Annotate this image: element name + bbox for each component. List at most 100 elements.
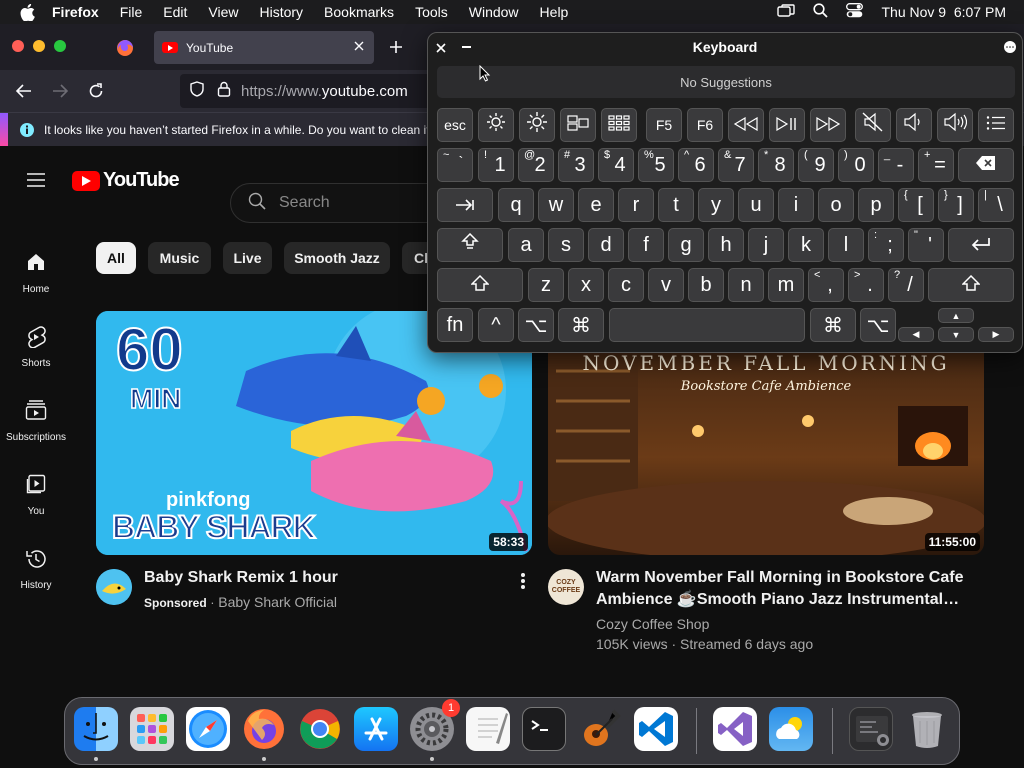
weather-icon[interactable]	[769, 707, 813, 751]
key-m[interactable]: m	[768, 268, 804, 302]
key-d[interactable]: d	[588, 228, 624, 262]
more-options-icon[interactable]	[520, 572, 526, 595]
key-right-shift[interactable]	[928, 268, 1014, 302]
key-arrow-down[interactable]: ▼	[938, 327, 974, 342]
key-9[interactable]: (9	[798, 148, 834, 182]
menu-window[interactable]: Window	[469, 4, 519, 20]
tab-youtube[interactable]: YouTube	[154, 31, 374, 64]
search-input[interactable]: Search	[279, 194, 330, 212]
key-o[interactable]: o	[818, 188, 854, 222]
close-window-button[interactable]	[12, 40, 24, 52]
sidebar-item-history[interactable]: History	[0, 548, 72, 591]
menu-tools[interactable]: Tools	[415, 4, 448, 20]
trash-icon[interactable]	[905, 707, 949, 751]
garageband-icon[interactable]	[578, 707, 622, 751]
key-mute[interactable]	[855, 108, 891, 142]
key-a[interactable]: a	[508, 228, 544, 262]
app-store-icon[interactable]	[354, 707, 398, 751]
key-t[interactable]: t	[658, 188, 694, 222]
menu-help[interactable]: Help	[540, 4, 569, 20]
visual-studio-icon[interactable]	[713, 707, 757, 751]
key-f6[interactable]: F6	[687, 108, 723, 142]
key-u[interactable]: u	[738, 188, 774, 222]
key-launchpad[interactable]	[601, 108, 637, 142]
video-title-line1[interactable]: Warm November Fall Morning in Bookstore …	[596, 567, 963, 589]
url-text[interactable]: https://www.youtube.com	[241, 83, 408, 100]
key-5[interactable]: % 5	[638, 148, 674, 182]
key-z[interactable]: z	[528, 268, 564, 302]
key-command-right[interactable]: ⌘	[810, 308, 856, 342]
key-list[interactable]	[978, 108, 1014, 142]
key-4[interactable]: $4	[598, 148, 634, 182]
sidebar-item-you[interactable]: You	[0, 474, 72, 517]
spotlight-search-icon[interactable]	[813, 3, 829, 21]
forward-icon[interactable]	[51, 82, 69, 105]
key-e[interactable]: e	[578, 188, 614, 222]
menu-bookmarks[interactable]: Bookmarks	[324, 4, 394, 20]
key-w[interactable]: w	[538, 188, 574, 222]
key-delete[interactable]	[958, 148, 1014, 182]
key-6[interactable]: ^ 6	[678, 148, 714, 182]
key-l[interactable]: l	[828, 228, 864, 262]
key-f[interactable]: f	[628, 228, 664, 262]
key-right-bracket[interactable]: }]	[938, 188, 974, 222]
key-volume-down[interactable]	[896, 108, 932, 142]
sidebar-item-home[interactable]: Home	[0, 252, 72, 295]
key-i[interactable]: i	[778, 188, 814, 222]
zoom-window-button[interactable]	[54, 40, 66, 52]
key-control[interactable]: ^	[478, 308, 514, 342]
key-k[interactable]: k	[788, 228, 824, 262]
search-box[interactable]: Search	[230, 183, 460, 223]
key-quote[interactable]: " '	[908, 228, 944, 262]
key-r[interactable]: r	[618, 188, 654, 222]
terminal-icon[interactable]	[522, 707, 566, 751]
key-c[interactable]: c	[608, 268, 644, 302]
key-equals[interactable]: + =	[918, 148, 954, 182]
textedit-icon[interactable]	[466, 707, 510, 751]
key-semicolon[interactable]: :;	[868, 228, 904, 262]
key-mission-control[interactable]	[560, 108, 596, 142]
key-backslash[interactable]: | \	[978, 188, 1014, 222]
key-tab[interactable]	[437, 188, 493, 222]
key-volume-up[interactable]	[937, 108, 973, 142]
vscode-icon[interactable]	[634, 707, 678, 751]
key-play-pause[interactable]	[769, 108, 805, 142]
key-0[interactable]: ) 0	[838, 148, 874, 182]
menu-firefox[interactable]: Firefox	[52, 4, 99, 20]
key-2[interactable]: @2	[518, 148, 554, 182]
chrome-icon[interactable]	[298, 707, 342, 751]
close-tab-icon[interactable]	[352, 39, 366, 56]
finder-icon[interactable]	[74, 707, 118, 751]
key-j[interactable]: j	[748, 228, 784, 262]
key-command-left[interactable]: ⌘	[558, 308, 604, 342]
key-option[interactable]: ⌥	[518, 308, 554, 342]
youtube-logo[interactable]: YouTube	[72, 169, 180, 192]
key-v[interactable]: v	[648, 268, 684, 302]
key-period[interactable]: >.	[848, 268, 884, 302]
key-backtick[interactable]: ~ `	[437, 148, 473, 182]
control-center-icon[interactable]	[846, 3, 864, 21]
key-minus[interactable]: _ -	[878, 148, 914, 182]
new-tab-icon[interactable]	[388, 39, 404, 60]
channel-name[interactable]: Cozy Coffee Shop	[596, 614, 709, 634]
reload-icon[interactable]	[87, 82, 105, 105]
apple-icon[interactable]	[16, 1, 38, 23]
tracking-protection-icon[interactable]	[189, 81, 205, 101]
key-x[interactable]: x	[568, 268, 604, 302]
key-g[interactable]: g	[668, 228, 704, 262]
channel-avatar-baby-shark[interactable]	[96, 569, 132, 605]
key-7[interactable]: & 7	[718, 148, 754, 182]
menu-icon[interactable]	[26, 172, 46, 193]
key-fast-forward[interactable]	[810, 108, 846, 142]
key-n[interactable]: n	[728, 268, 764, 302]
back-icon[interactable]	[15, 82, 33, 105]
key-arrow-right[interactable]: ▶	[978, 327, 1014, 342]
key-fn[interactable]: fn	[437, 308, 473, 342]
screen-mirroring-icon[interactable]	[777, 3, 796, 21]
minimize-window-button[interactable]	[33, 40, 45, 52]
key-p[interactable]: p	[858, 188, 894, 222]
key-arrow-up[interactable]: ▲	[938, 308, 974, 323]
key-s[interactable]: s	[548, 228, 584, 262]
video-title[interactable]: Baby Shark Remix 1 hour	[144, 567, 338, 589]
menu-history[interactable]: History	[259, 4, 303, 20]
